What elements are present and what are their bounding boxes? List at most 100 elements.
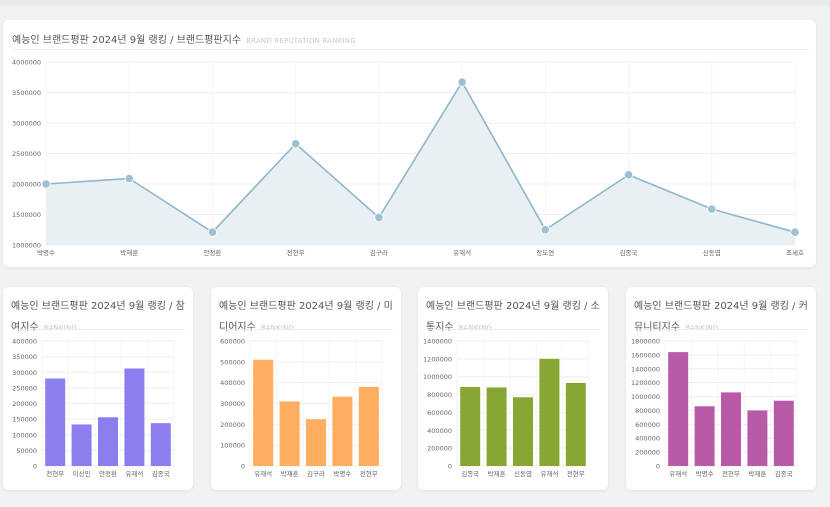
y-tick-label: 500000 bbox=[220, 358, 245, 366]
x-tick-label: 유재석 bbox=[540, 469, 558, 478]
y-tick-label: 600000 bbox=[635, 421, 660, 429]
y-tick-label: 4000000 bbox=[12, 59, 41, 67]
community-card: 예능인 브랜드평판 2024년 9월 랭킹 / 커뮤니티지수 RANKING 0… bbox=[626, 287, 816, 490]
x-tick-label: 전현무 bbox=[287, 248, 305, 257]
y-tick-label: 600000 bbox=[220, 338, 245, 346]
y-tick-label: 400000 bbox=[220, 379, 245, 387]
bar bbox=[539, 358, 560, 466]
y-tick-label: 1400000 bbox=[423, 338, 452, 346]
y-tick-label: 0 bbox=[656, 463, 660, 471]
x-tick-label: 신동엽 bbox=[703, 248, 721, 257]
x-tick-label: 박재훈 bbox=[488, 469, 506, 478]
y-tick-label: 2500000 bbox=[12, 150, 41, 158]
x-tick-label: 안정환 bbox=[99, 469, 117, 478]
y-tick-label: 100000 bbox=[220, 442, 245, 450]
bar bbox=[71, 424, 92, 466]
y-tick-label: 3000000 bbox=[12, 120, 41, 128]
y-tick-label: 1000000 bbox=[423, 373, 452, 381]
bar bbox=[332, 396, 353, 466]
community-chart: 0 200000 400000 600000 800000 1000000 1200000 1… bbox=[631, 338, 798, 478]
participation-chart: 0 50000 100000 150000 200000 250000 300000 3500… bbox=[12, 338, 175, 478]
y-tick-label: 1600000 bbox=[631, 351, 660, 359]
bar bbox=[486, 387, 507, 466]
y-tick-label: 200000 bbox=[635, 449, 660, 457]
y-tick-label: 300000 bbox=[220, 400, 245, 408]
x-tick-label: 신동엽 bbox=[514, 469, 532, 478]
main-chart: 1000000150000020000002500000300000035000… bbox=[12, 59, 804, 258]
y-tick-label: 100000 bbox=[12, 431, 37, 439]
y-tick-label: 200000 bbox=[427, 445, 452, 453]
data-point bbox=[457, 77, 467, 87]
y-tick-label: 1400000 bbox=[631, 365, 660, 373]
y-tick-label: 1200000 bbox=[423, 355, 452, 363]
y-tick-label: 200000 bbox=[12, 400, 37, 408]
bar bbox=[358, 386, 379, 466]
bar bbox=[721, 392, 741, 466]
data-point bbox=[41, 179, 51, 189]
data-point bbox=[790, 227, 800, 237]
bar bbox=[279, 401, 300, 466]
x-tick-label: 전현무 bbox=[360, 469, 378, 478]
x-tick-label: 김종국 bbox=[775, 470, 793, 478]
bar bbox=[694, 406, 715, 466]
y-tick-label: 1500000 bbox=[12, 211, 41, 219]
communication-card: 예능인 브랜드평판 2024년 9월 랭킹 / 소통지수 RANKING 0 20… bbox=[418, 287, 608, 490]
x-tick-label: 김구라 bbox=[307, 469, 325, 478]
x-tick-label: 전현무 bbox=[567, 469, 585, 478]
y-tick-label: 0 bbox=[448, 463, 452, 471]
y-tick-label: 50000 bbox=[16, 447, 37, 455]
x-tick-label: 안정환 bbox=[203, 248, 221, 257]
y-tick-label: 250000 bbox=[12, 384, 37, 392]
bar bbox=[98, 417, 118, 466]
data-point bbox=[207, 227, 218, 237]
bar bbox=[565, 382, 586, 466]
x-tick-label: 박명수 bbox=[696, 469, 714, 478]
data-point bbox=[291, 139, 301, 149]
bar bbox=[668, 352, 689, 466]
y-tick-label: 1200000 bbox=[631, 379, 660, 387]
bar bbox=[150, 423, 171, 466]
x-tick-label: 박재훈 bbox=[748, 469, 766, 478]
data-point bbox=[540, 225, 550, 235]
bar bbox=[773, 400, 794, 466]
y-tick-label: 3500000 bbox=[12, 89, 41, 97]
main-chart-card: 예능인 브랜드평판 2024년 9월 랭킹 / 브랜드평판지수 BRAND RE… bbox=[3, 20, 816, 267]
bar bbox=[306, 419, 326, 466]
x-tick-label: 김종국 bbox=[152, 470, 170, 478]
x-tick-label: 전현무 bbox=[46, 469, 64, 478]
x-tick-label: 김종국 bbox=[461, 470, 479, 478]
bar bbox=[460, 386, 481, 466]
x-tick-label: 유재석 bbox=[669, 469, 687, 478]
y-tick-label: 400000 bbox=[12, 338, 37, 346]
x-tick-label: 유재석 bbox=[453, 248, 471, 257]
bar bbox=[253, 359, 274, 466]
y-tick-label: 400000 bbox=[427, 427, 452, 435]
x-tick-label: 조세호 bbox=[786, 248, 804, 257]
communication-chart: 0 200000 400000 600000 800000 1000000 1200000 1… bbox=[423, 338, 590, 478]
x-tick-label: 유재석 bbox=[125, 469, 143, 478]
x-tick-label: 이상민 bbox=[73, 469, 91, 478]
x-tick-label: 박재훈 bbox=[281, 469, 299, 478]
y-tick-label: 0 bbox=[241, 463, 245, 471]
media-chart: 0 100000 200000 300000 400000 500000 600000 유재석… bbox=[220, 338, 383, 478]
bar bbox=[747, 410, 768, 466]
y-tick-label: 800000 bbox=[635, 407, 660, 415]
area-fill bbox=[46, 82, 795, 245]
y-tick-label: 600000 bbox=[427, 409, 452, 417]
x-tick-label: 박명수 bbox=[333, 469, 351, 478]
data-point bbox=[623, 170, 634, 180]
y-tick-label: 150000 bbox=[12, 416, 37, 424]
y-tick-label: 200000 bbox=[220, 421, 245, 429]
bar bbox=[124, 368, 145, 466]
x-tick-label: 박재훈 bbox=[120, 248, 138, 257]
data-point bbox=[707, 204, 717, 214]
participation-card: 예능인 브랜드평판 2024년 9월 랭킹 / 참여지수 RANKING 0 50… bbox=[3, 287, 193, 490]
x-tick-label: 전현무 bbox=[722, 469, 740, 478]
y-tick-label: 350000 bbox=[12, 353, 37, 361]
media-card: 예능인 브랜드평판 2024년 9월 랭킹 / 미디어지수 RANKING 01… bbox=[211, 287, 401, 490]
x-tick-label: 김구라 bbox=[370, 248, 388, 257]
x-tick-label: 박명수 bbox=[37, 248, 55, 257]
y-tick-label: 0 bbox=[33, 463, 37, 471]
top-band bbox=[0, 0, 830, 6]
x-tick-label: 김종국 bbox=[620, 249, 638, 257]
